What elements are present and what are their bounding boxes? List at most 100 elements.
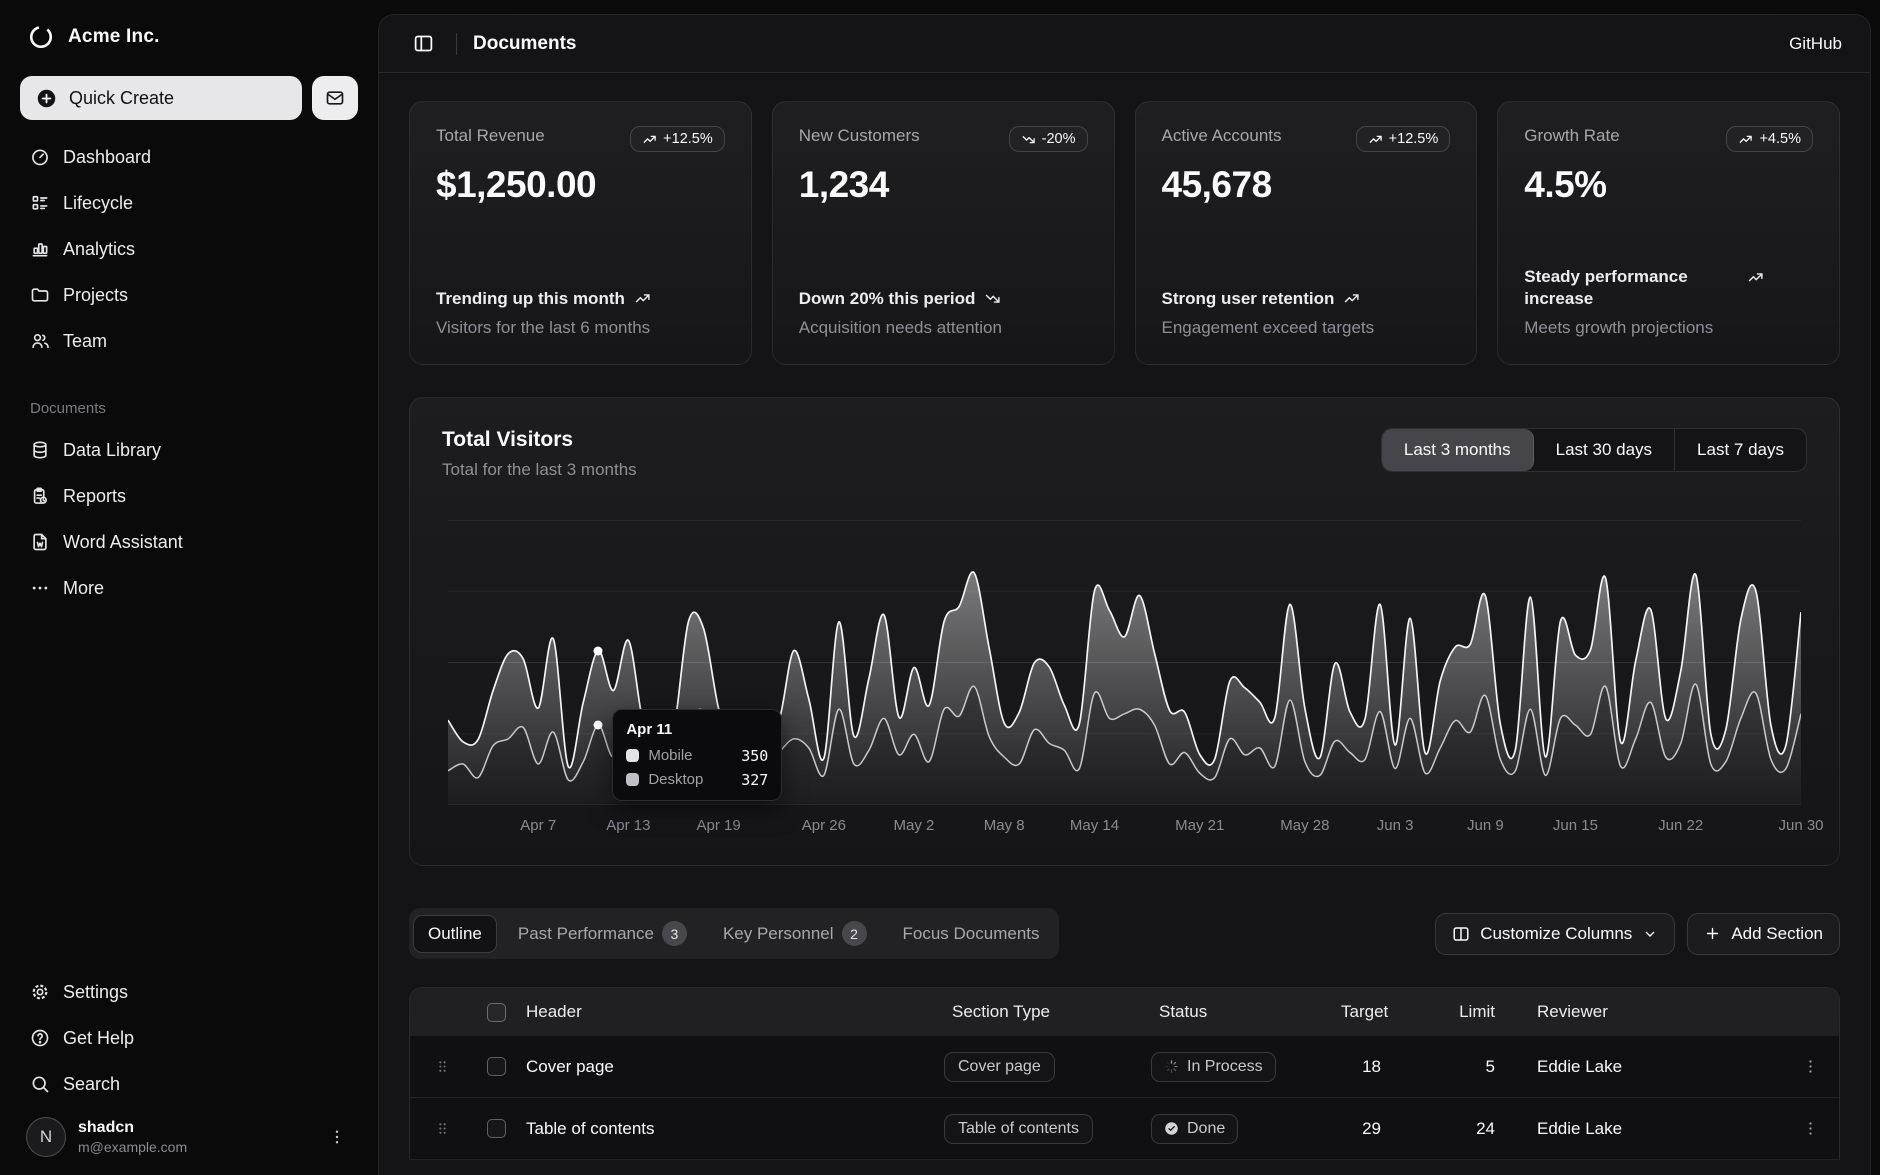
sidebar-item-settings[interactable]: Settings: [18, 969, 360, 1015]
row-checkbox[interactable]: [487, 1119, 506, 1138]
chart-subtitle: Total for the last 3 months: [442, 460, 637, 480]
tab-past-performance[interactable]: Past Performance 3: [503, 912, 702, 955]
sidebar-item-dashboard[interactable]: Dashboard: [18, 134, 360, 180]
row-header[interactable]: Table of contents: [518, 1119, 944, 1139]
card-footer-desc: Meets growth projections: [1524, 318, 1813, 338]
trending-down-icon: [984, 290, 1001, 307]
plus-icon: [1704, 925, 1721, 942]
x-tick-label: May 8: [984, 817, 1025, 834]
row-menu-button[interactable]: [1794, 1050, 1827, 1083]
sections-table: Header Section Type Status Target Limit …: [409, 987, 1840, 1160]
tab-focus-documents[interactable]: Focus Documents: [888, 915, 1055, 953]
card-label: Growth Rate: [1524, 126, 1619, 146]
x-axis-labels: Apr 7Apr 13Apr 19Apr 26May 2May 8May 14M…: [448, 817, 1801, 839]
card-footer-title: Strong user retention: [1162, 288, 1335, 310]
brand[interactable]: Acme Inc.: [18, 18, 360, 54]
row-target[interactable]: 18: [1341, 1057, 1407, 1077]
row-checkbox[interactable]: [487, 1057, 506, 1076]
tab-list: Outline Past Performance 3 Key Personnel…: [409, 908, 1059, 959]
sidebar-item-projects[interactable]: Projects: [18, 272, 360, 318]
range-last-3-months[interactable]: Last 3 months: [1382, 429, 1534, 471]
status-badge: In Process: [1151, 1052, 1276, 1082]
chart-tooltip: Apr 11 Mobile 350 Desktop 327: [612, 709, 782, 801]
col-target: Target: [1341, 1002, 1407, 1022]
sidebar-item-team[interactable]: Team: [18, 318, 360, 364]
row-target[interactable]: 29: [1341, 1119, 1407, 1139]
trend-badge: +4.5%: [1726, 126, 1813, 152]
github-link[interactable]: GitHub: [1789, 34, 1842, 54]
table-row[interactable]: Table of contents Table of contents Done…: [410, 1098, 1839, 1160]
trend-badge: +12.5%: [1356, 126, 1451, 152]
row-limit[interactable]: 24: [1407, 1119, 1521, 1139]
stat-card-total-revenue: Total Revenue +12.5% $1,250.00 Trending …: [409, 101, 752, 365]
sidebar-item-label: Reports: [63, 486, 126, 507]
trending-up-icon: [1738, 132, 1753, 147]
range-last-30-days[interactable]: Last 30 days: [1534, 429, 1675, 471]
card-value: 4.5%: [1524, 164, 1813, 206]
x-tick-label: Jun 3: [1377, 817, 1414, 834]
card-footer-desc: Visitors for the last 6 months: [436, 318, 725, 338]
col-reviewer: Reviewer: [1521, 1002, 1781, 1022]
ellipsis-vertical-icon[interactable]: [322, 1122, 352, 1152]
card-footer-desc: Engagement exceed targets: [1162, 318, 1451, 338]
range-last-7-days[interactable]: Last 7 days: [1675, 429, 1806, 471]
row-reviewer[interactable]: Eddie Lake: [1521, 1057, 1781, 1077]
trending-up-icon: [1747, 269, 1764, 286]
trending-up-icon: [1368, 132, 1383, 147]
dots-icon: [30, 578, 50, 598]
user-menu-row[interactable]: N shadcn m@example.com: [18, 1107, 360, 1159]
hover-dot-desktop: [594, 646, 603, 655]
area-chart[interactable]: Apr 11 Mobile 350 Desktop 327: [448, 520, 1801, 805]
col-status: Status: [1151, 1002, 1341, 1022]
search-icon: [30, 1074, 50, 1094]
row-header[interactable]: Cover page: [518, 1057, 944, 1077]
card-footer-desc: Acquisition needs attention: [799, 318, 1088, 338]
tab-key-personnel[interactable]: Key Personnel 2: [708, 912, 882, 955]
inbox-mail-button[interactable]: [312, 76, 358, 120]
x-tick-label: Jun 9: [1467, 817, 1504, 834]
section-type-badge: Cover page: [944, 1052, 1055, 1082]
card-value: $1,250.00: [436, 164, 725, 206]
select-all-checkbox[interactable]: [487, 1003, 506, 1022]
sidebar-item-more[interactable]: More: [18, 565, 360, 611]
sidebar-item-data-library[interactable]: Data Library: [18, 427, 360, 473]
row-reviewer[interactable]: Eddie Lake: [1521, 1119, 1781, 1139]
footer-nav: Settings Get Help Search: [18, 969, 360, 1107]
drag-handle-icon[interactable]: [410, 1120, 474, 1137]
quick-create-label: Quick Create: [69, 88, 174, 109]
card-label: Total Revenue: [436, 126, 545, 146]
tooltip-date: Apr 11: [626, 721, 768, 738]
trending-up-icon: [1343, 290, 1360, 307]
tab-outline[interactable]: Outline: [413, 915, 497, 953]
row-menu-button[interactable]: [1794, 1112, 1827, 1145]
sidebar-item-word-assistant[interactable]: Word Assistant: [18, 519, 360, 565]
brand-name: Acme Inc.: [68, 26, 160, 48]
table-row[interactable]: Cover page Cover page In Process 18 5 Ed…: [410, 1036, 1839, 1098]
help-icon: [30, 1028, 50, 1048]
trend-badge: +12.5%: [630, 126, 725, 152]
user-name: shadcn: [78, 1118, 187, 1137]
sidebar-item-get-help[interactable]: Get Help: [18, 1015, 360, 1061]
add-section-button[interactable]: Add Section: [1687, 913, 1840, 955]
sidebar-item-label: More: [63, 578, 104, 599]
card-footer-title: Trending up this month: [436, 288, 625, 310]
card-footer-title: Down 20% this period: [799, 288, 976, 310]
ellipsis-vertical-icon: [1802, 1120, 1819, 1137]
sidebar-item-label: Settings: [63, 982, 128, 1003]
sidebar-item-reports[interactable]: Reports: [18, 473, 360, 519]
desktop-swatch: [626, 773, 639, 786]
x-tick-label: Apr 13: [606, 817, 650, 834]
table-header-row: Header Section Type Status Target Limit …: [410, 988, 1839, 1036]
visitors-chart-card: Total Visitors Total for the last 3 mont…: [409, 397, 1840, 866]
trend-badge: -20%: [1009, 126, 1088, 152]
drag-handle-icon[interactable]: [410, 1058, 474, 1075]
count-badge: 2: [842, 921, 867, 946]
quick-create-button[interactable]: Quick Create: [20, 76, 302, 120]
sidebar-item-analytics[interactable]: Analytics: [18, 226, 360, 272]
row-limit[interactable]: 5: [1407, 1057, 1521, 1077]
sidebar-item-search[interactable]: Search: [18, 1061, 360, 1107]
sidebar-item-lifecycle[interactable]: Lifecycle: [18, 180, 360, 226]
sidebar-toggle-button[interactable]: [407, 27, 440, 60]
customize-columns-button[interactable]: Customize Columns: [1435, 913, 1675, 955]
list-details-icon: [30, 193, 50, 213]
